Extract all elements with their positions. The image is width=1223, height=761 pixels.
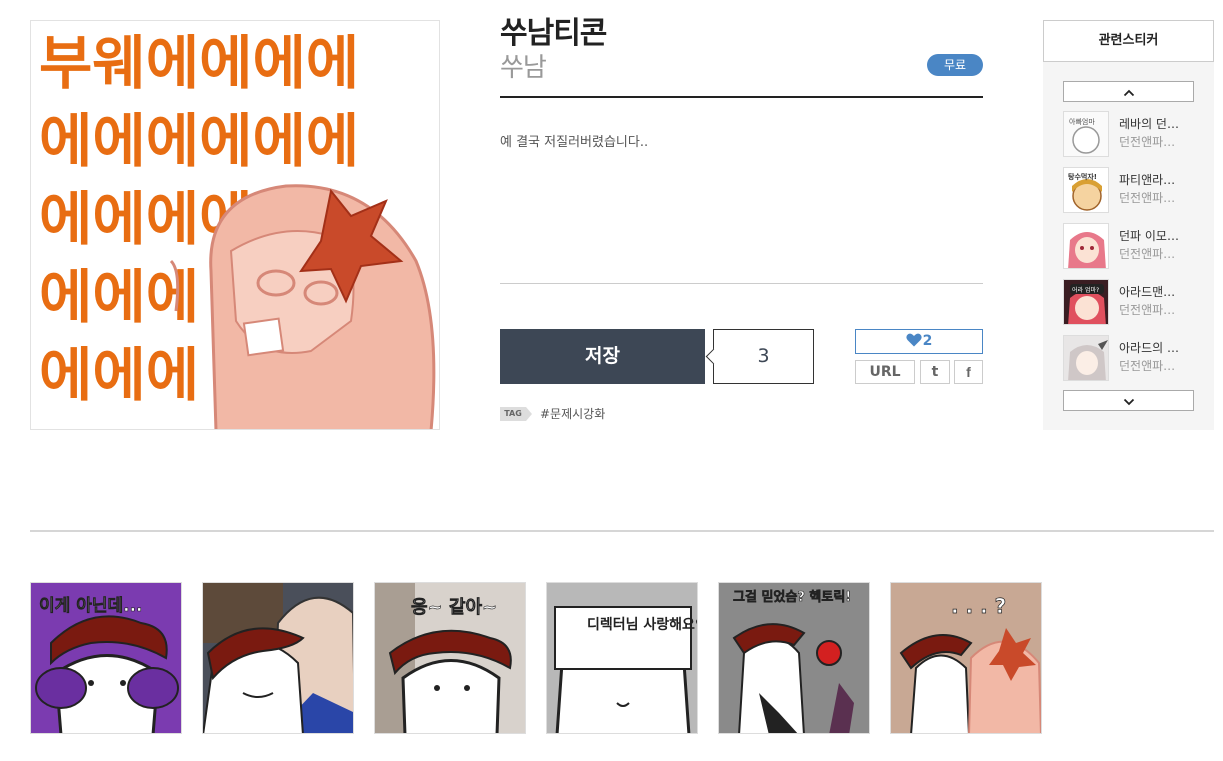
related-item-author: 던전앤파… [1119,135,1176,149]
related-item-author: 던전앤파… [1119,191,1176,205]
chevron-up-icon [1123,89,1134,97]
related-thumb-text: 어라 엄마? [1072,286,1099,294]
share-url-button[interactable]: URL [855,360,915,384]
gallery-sticker[interactable]: . . . ? [890,582,1042,734]
related-scroll-down-button[interactable] [1063,390,1194,411]
related-item-title: 아라드맨… [1119,285,1176,299]
related-thumbnail: 아빠엄마 [1063,111,1109,157]
heart-icon [905,332,922,355]
related-item-author: 던전앤파… [1119,359,1176,373]
related-item-title: 아라드의 … [1119,341,1179,355]
chevron-down-icon [1123,398,1134,406]
gallery-caption: 응~ 같아~ [411,597,497,618]
related-item-author: 던전앤파… [1119,247,1176,261]
sticker-info: 쑤남티콘 쑤남 무료 예 결국 저질러버렸습니다.. [500,16,983,284]
related-item[interactable]: 던파 이모… 던전앤파… [1063,223,1203,269]
related-item-title: 파티앤라… [1119,173,1176,187]
sticker-preview-image: 부웨에에에에 에에에에에에 에에에에에 에에에 에에에 [30,20,440,430]
related-stickers-panel: 관련스티커 아빠엄마 레바의 던… 던전앤파… 탕수먹자! 파티앤라… 던전앤파… [1043,20,1214,430]
share-twitter-button[interactable]: t [920,360,950,384]
facebook-icon: f [966,364,971,380]
price-badge: 무료 [927,54,983,76]
sticker-actions: 저장 3 2 URL t f [500,329,983,384]
author-row: 쑤남 무료 [500,52,983,98]
gallery-caption: 그걸 믿었슴? 헥토릭! [733,589,851,605]
related-thumbnail: 어라 엄마? [1063,279,1109,325]
related-item-author: 던전앤파… [1119,303,1176,317]
related-scroll-up-button[interactable] [1063,81,1194,102]
share-row: URL t f [855,360,983,384]
related-thumb-text: 아빠엄마 [1069,117,1095,126]
related-item[interactable]: 어라 엄마? 아라드맨… 던전앤파… [1063,279,1203,325]
gallery-sticker[interactable]: 이게 아닌데... [30,582,182,734]
gallery-sticker[interactable] [202,582,354,734]
related-item[interactable]: 아라드의 … 던전앤파… [1063,335,1203,381]
related-thumbnail [1063,335,1109,381]
gallery-caption: . . . ? [951,594,1006,618]
gallery-sticker[interactable]: 응~ 같아~ [374,582,526,734]
section-divider [30,530,1214,532]
sticker-description: 예 결국 저질러버렸습니다.. [500,135,649,150]
gallery-caption: 디렉터님 사랑해요♥ [587,616,698,633]
save-count: 3 [713,329,814,384]
save-button[interactable]: 저장 [500,329,705,384]
sticker-title: 쑤남티콘 [500,16,607,51]
share-facebook-button[interactable]: f [954,360,983,384]
tag-row: TAG #문제시강화 [500,405,605,421]
tag-link[interactable]: #문제시강화 [540,407,605,421]
gallery-sticker[interactable]: 디렉터님 사랑해요♥ [546,582,698,734]
related-item[interactable]: 탕수먹자! 파티앤라… 던전앤파… [1063,167,1203,213]
related-item-title: 던파 이모… [1119,229,1179,243]
sticker-author[interactable]: 쑤남 [500,52,983,84]
related-thumb-text: 탕수먹자! [1068,172,1097,181]
like-count: 2 [922,333,933,349]
related-item-title: 레바의 던… [1119,117,1179,131]
like-button[interactable]: 2 [855,329,983,354]
gallery-sticker[interactable]: 그걸 믿었슴? 헥토릭! [718,582,870,734]
preview-text-row-2: 에에에에에에 [39,107,359,175]
preview-text-row-5: 에에에 [39,341,199,409]
gallery-caption: 이게 아닌데... [39,596,143,616]
tag-label: TAG [500,406,532,421]
related-heading: 관련스티커 [1043,20,1214,62]
related-thumbnail [1063,223,1109,269]
related-item[interactable]: 아빠엄마 레바의 던… 던전앤파… [1063,111,1203,157]
twitter-icon: t [931,364,939,380]
related-thumbnail: 탕수먹자! [1063,167,1109,213]
preview-text-row-1: 부웨에에에에 [39,29,359,97]
info-divider [500,283,983,284]
